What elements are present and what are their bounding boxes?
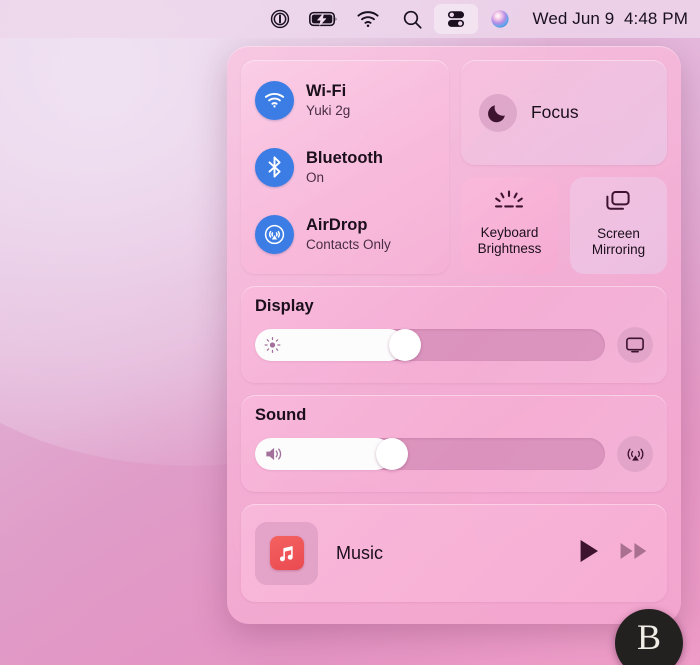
wifi-title: Wi-Fi	[306, 82, 350, 100]
keyboard-brightness-tile[interactable]: Keyboard Brightness	[461, 177, 558, 274]
menubar-clock[interactable]: Wed Jun 9 4:48 PM	[522, 9, 688, 29]
siri-icon[interactable]	[478, 0, 522, 38]
screen-mirroring-label-line2: Mirroring	[592, 242, 645, 257]
airdrop-row[interactable]: AirDrop Contacts Only	[241, 208, 449, 260]
airdrop-status: Contacts Only	[306, 237, 391, 252]
search-icon[interactable]	[390, 0, 434, 38]
bluetooth-text: Bluetooth On	[306, 149, 383, 185]
wifi-status: Yuki 2g	[306, 103, 350, 118]
keyboard-brightness-icon	[493, 190, 525, 217]
airplay-audio-icon[interactable]	[617, 436, 653, 472]
brightness-icon	[264, 337, 281, 354]
wifi-icon[interactable]	[346, 0, 390, 38]
connectivity-card: Wi-Fi Yuki 2g Bluetooth On	[241, 60, 449, 274]
wifi-icon[interactable]	[255, 81, 294, 120]
sound-title: Sound	[255, 406, 653, 425]
sound-slider-row	[255, 436, 653, 472]
control-center-right-column: Focus	[461, 60, 667, 274]
bluetooth-title: Bluetooth	[306, 149, 383, 167]
wifi-row[interactable]: Wi-Fi Yuki 2g	[241, 74, 449, 126]
bluetooth-status: On	[306, 170, 383, 185]
sound-card: Sound	[241, 395, 667, 492]
display-slider-thumb[interactable]	[389, 329, 421, 361]
airdrop-icon[interactable]	[255, 215, 294, 254]
music-note-icon	[270, 536, 304, 570]
music-controls	[577, 538, 649, 569]
display-slider-row	[255, 327, 653, 363]
control-center-top-row: Wi-Fi Yuki 2g Bluetooth On	[241, 60, 667, 274]
corner-badge-letter: B	[637, 619, 661, 665]
screen-mirroring-label-line1: Screen	[597, 226, 640, 241]
display-title: Display	[255, 297, 653, 316]
menu-bar: Wed Jun 9 4:48 PM	[0, 0, 700, 38]
display-brightness-slider[interactable]	[255, 329, 605, 361]
focus-tile[interactable]: Focus	[461, 60, 667, 165]
screen-mirroring-tile[interactable]: Screen Mirroring	[570, 177, 667, 274]
keyboard-brightness-label: Keyboard Brightness	[478, 225, 542, 257]
control-center-panel: Wi-Fi Yuki 2g Bluetooth On	[227, 46, 681, 624]
display-card: Display	[241, 286, 667, 383]
keyboard-brightness-label-line1: Keyboard	[481, 225, 539, 240]
moon-icon	[479, 94, 517, 132]
wifi-text: Wi-Fi Yuki 2g	[306, 82, 350, 118]
battery-charging-icon[interactable]	[302, 0, 346, 38]
airdrop-title: AirDrop	[306, 216, 391, 234]
sound-volume-slider[interactable]	[255, 438, 605, 470]
display-monitor-icon[interactable]	[617, 327, 653, 363]
do-not-disturb-icon[interactable]	[258, 0, 302, 38]
sound-slider-thumb[interactable]	[376, 438, 408, 470]
music-card[interactable]: Music	[241, 504, 667, 602]
screen-mirroring-label: Screen Mirroring	[592, 226, 645, 258]
music-app-icon[interactable]	[255, 522, 318, 585]
focus-label: Focus	[531, 102, 579, 123]
music-title: Music	[336, 543, 559, 564]
control-center-icon[interactable]	[434, 4, 478, 34]
fast-forward-button[interactable]	[619, 540, 649, 567]
bluetooth-icon[interactable]	[255, 148, 294, 187]
screen-mirroring-icon	[604, 189, 632, 218]
speaker-icon	[264, 445, 286, 463]
desktop-wallpaper: Wed Jun 9 4:48 PM Wi-Fi	[0, 0, 700, 665]
bluetooth-row[interactable]: Bluetooth On	[241, 141, 449, 193]
play-button[interactable]	[577, 538, 601, 569]
keyboard-brightness-label-line2: Brightness	[478, 241, 542, 256]
airdrop-text: AirDrop Contacts Only	[306, 216, 391, 252]
utility-tile-row: Keyboard Brightness Screen	[461, 177, 667, 274]
